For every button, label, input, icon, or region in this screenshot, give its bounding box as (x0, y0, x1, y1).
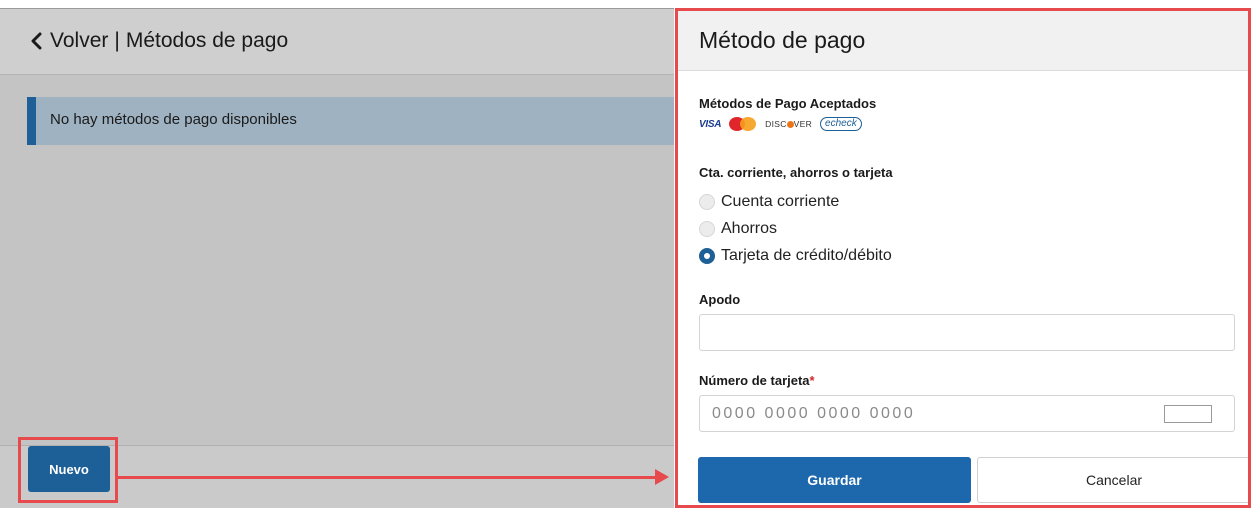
payment-methods-list-panel: Volver | Métodos de pago No hay métodos … (0, 8, 674, 508)
list-header: Volver | Métodos de pago (0, 9, 674, 75)
visa-logo-icon: VISA (699, 118, 722, 130)
accepted-methods-label: Métodos de Pago Aceptados (699, 96, 877, 111)
card-number-label: Número de tarjeta* (699, 373, 815, 388)
card-number-placeholder: 0000 0000 0000 0000 (712, 405, 916, 422)
payment-method-form-panel: Método de pago Métodos de Pago Aceptados… (675, 8, 1251, 508)
radio-button-card-selected[interactable] (699, 248, 715, 264)
account-type-label: Cta. corriente, ahorros o tarjeta (699, 165, 893, 180)
radio-button-checking[interactable] (699, 194, 715, 210)
empty-notice: No hay métodos de pago disponibles (27, 97, 674, 145)
arrow-right-icon (118, 476, 658, 479)
required-asterisk: * (809, 373, 815, 388)
card-type-icon (1164, 405, 1212, 423)
form-title: Método de pago (699, 27, 866, 53)
radio-savings-label: Ahorros (721, 220, 778, 237)
accepted-cards-logos: VISA DISC VER echeck (699, 117, 862, 131)
form-header: Método de pago (678, 11, 1248, 71)
page-title: Métodos de pago (125, 29, 289, 52)
mastercard-logo-icon (729, 117, 757, 131)
radio-checking-label: Cuenta corriente (721, 193, 840, 210)
title-separator: | (114, 29, 120, 52)
back-label: Volver (50, 29, 109, 52)
radio-card[interactable]: Tarjeta de crédito/débito (699, 247, 892, 265)
chevron-left-icon (31, 32, 42, 50)
card-number-input[interactable]: 0000 0000 0000 0000 (699, 395, 1235, 432)
discover-logo-icon: DISC VER (765, 119, 813, 129)
nickname-label: Apodo (699, 292, 741, 307)
nickname-input[interactable] (699, 314, 1235, 351)
arrow-head-icon (655, 469, 669, 485)
empty-notice-text: No hay métodos de pago disponibles (50, 111, 297, 128)
radio-card-label: Tarjeta de crédito/débito (721, 247, 892, 264)
radio-checking[interactable]: Cuenta corriente (699, 193, 839, 211)
back-link[interactable]: Volver | Métodos de pago (30, 29, 288, 53)
save-button[interactable]: Guardar (698, 457, 971, 503)
radio-button-savings[interactable] (699, 221, 715, 237)
highlight-box-new-button (18, 437, 118, 503)
radio-savings[interactable]: Ahorros (699, 220, 777, 238)
echeck-logo-icon: echeck (820, 117, 862, 131)
cancel-button[interactable]: Cancelar (977, 457, 1248, 503)
